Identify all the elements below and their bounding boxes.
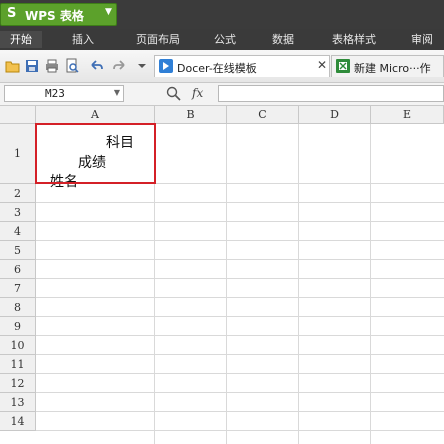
doc-tab-label: 新建 Micro···作 bbox=[354, 62, 431, 75]
quick-access-toolbar: Docer-在线模板 ✕ 新建 Micro···作 bbox=[0, 50, 444, 83]
gridline bbox=[36, 373, 444, 374]
row-header-8[interactable]: 8 bbox=[0, 298, 36, 317]
doc-tab-new-workbook[interactable]: 新建 Micro···作 bbox=[331, 55, 444, 77]
row-header-12[interactable]: 12 bbox=[0, 374, 36, 393]
formula-input[interactable] bbox=[218, 85, 444, 102]
doc-tab-docer[interactable]: Docer-在线模板 ✕ bbox=[154, 55, 330, 77]
wps-logo-icon: S bbox=[7, 6, 17, 21]
row-header-9[interactable]: 9 bbox=[0, 317, 36, 336]
row-header-6[interactable]: 6 bbox=[0, 260, 36, 279]
tab-home[interactable]: 开始 bbox=[0, 31, 42, 48]
highlight-annotation-box bbox=[35, 123, 156, 184]
tab-data[interactable]: 数据 bbox=[262, 31, 304, 48]
row-header-13[interactable]: 13 bbox=[0, 393, 36, 412]
ribbon-tabs: 开始 插入 页面布局 公式 数据 表格样式 审阅 bbox=[0, 29, 444, 50]
row-header-1[interactable]: 1 bbox=[0, 124, 36, 184]
app-menu-button[interactable]: S WPS 表格 ▼ bbox=[0, 3, 117, 26]
column-header-d[interactable]: D bbox=[299, 106, 371, 124]
row-header-2[interactable]: 2 bbox=[0, 184, 36, 203]
column-header-e[interactable]: E bbox=[371, 106, 444, 124]
gridline bbox=[370, 124, 371, 444]
spreadsheet-file-icon bbox=[336, 59, 350, 73]
gridline bbox=[36, 297, 444, 298]
app-name: WPS 表格 bbox=[25, 9, 84, 23]
zoom-icon[interactable] bbox=[166, 86, 181, 101]
doc-tab-label: Docer-在线模板 bbox=[177, 62, 257, 75]
dropdown-icon[interactable] bbox=[134, 58, 150, 74]
open-folder-icon[interactable] bbox=[5, 58, 21, 74]
redo-icon[interactable] bbox=[112, 58, 128, 74]
gridline bbox=[36, 354, 444, 355]
select-all-corner[interactable] bbox=[0, 106, 36, 124]
title-bar: S WPS 表格 ▼ bbox=[0, 0, 444, 29]
chevron-down-icon[interactable]: ▼ bbox=[114, 88, 120, 97]
tab-insert[interactable]: 插入 bbox=[62, 31, 104, 48]
gridline bbox=[36, 316, 444, 317]
gridline bbox=[36, 221, 444, 222]
gridline bbox=[36, 240, 444, 241]
row-header-4[interactable]: 4 bbox=[0, 222, 36, 241]
gridline bbox=[36, 278, 444, 279]
fx-icon[interactable]: fx bbox=[192, 86, 203, 100]
print-icon[interactable] bbox=[44, 58, 60, 74]
spreadsheet-grid[interactable]: A B C D E 1 2 3 4 5 6 7 8 9 10 11 12 13 … bbox=[0, 106, 444, 444]
chevron-down-icon: ▼ bbox=[105, 7, 112, 17]
docer-icon bbox=[159, 59, 173, 73]
print-preview-icon[interactable] bbox=[64, 58, 80, 74]
gridline bbox=[36, 430, 444, 431]
gridline bbox=[226, 124, 227, 444]
gridline bbox=[36, 335, 444, 336]
row-header-7[interactable]: 7 bbox=[0, 279, 36, 298]
close-icon[interactable]: ✕ bbox=[317, 58, 327, 72]
tab-formula[interactable]: 公式 bbox=[204, 31, 246, 48]
row-header-3[interactable]: 3 bbox=[0, 203, 36, 222]
gridline bbox=[36, 259, 444, 260]
row-header-5[interactable]: 5 bbox=[0, 241, 36, 260]
column-header-c[interactable]: C bbox=[227, 106, 299, 124]
save-icon[interactable] bbox=[24, 58, 40, 74]
gridline bbox=[36, 411, 444, 412]
name-box[interactable]: M23 ▼ bbox=[4, 85, 124, 102]
tab-page-layout[interactable]: 页面布局 bbox=[128, 31, 188, 48]
cell-reference: M23 bbox=[45, 87, 65, 100]
tab-table-style[interactable]: 表格样式 bbox=[324, 31, 384, 48]
row-header-11[interactable]: 11 bbox=[0, 355, 36, 374]
undo-icon[interactable] bbox=[88, 58, 104, 74]
gridline bbox=[36, 392, 444, 393]
column-header-a[interactable]: A bbox=[36, 106, 155, 124]
row-header-14[interactable]: 14 bbox=[0, 412, 36, 431]
column-header-b[interactable]: B bbox=[155, 106, 227, 124]
gridline bbox=[298, 124, 299, 444]
row-header-10[interactable]: 10 bbox=[0, 336, 36, 355]
gridline bbox=[36, 202, 444, 203]
formula-bar: M23 ▼ fx bbox=[0, 83, 444, 106]
tab-review[interactable]: 审阅 bbox=[400, 31, 444, 48]
